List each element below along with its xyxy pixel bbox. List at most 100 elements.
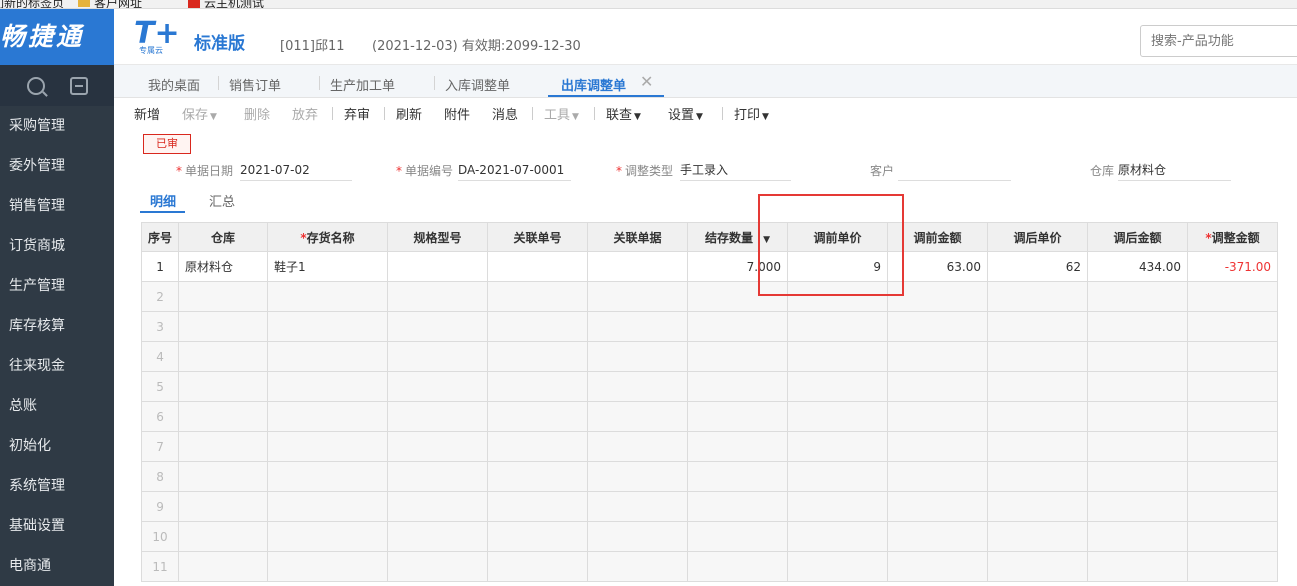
table-row[interactable]: 5 xyxy=(140,371,1279,402)
table-cell[interactable] xyxy=(987,311,1089,342)
chevron-down-icon[interactable]: ▼ xyxy=(763,235,770,245)
sidebar-item-ecommerce[interactable]: 电商通 xyxy=(0,546,114,586)
table-cell[interactable] xyxy=(887,311,989,342)
table-row[interactable]: 10 xyxy=(140,521,1279,552)
table-cell[interactable] xyxy=(987,551,1089,582)
table-row[interactable]: 11 xyxy=(140,551,1279,582)
cell-spec[interactable] xyxy=(387,251,489,282)
table-cell[interactable] xyxy=(178,521,269,552)
table-cell[interactable] xyxy=(1187,401,1279,432)
bookmark-customer-url[interactable]: 客户网址 xyxy=(78,0,142,8)
sidebar-item-system[interactable]: 系统管理 xyxy=(0,466,114,506)
table-cell[interactable] xyxy=(787,401,889,432)
table-cell[interactable] xyxy=(987,341,1089,372)
table-cell[interactable] xyxy=(987,281,1089,312)
table-cell[interactable] xyxy=(687,461,789,492)
table-cell[interactable] xyxy=(178,311,269,342)
table-cell[interactable] xyxy=(178,341,269,372)
table-cell[interactable] xyxy=(387,461,489,492)
discard-button[interactable]: 放弃 xyxy=(292,104,318,123)
cell-price-before[interactable]: 9 xyxy=(787,251,889,282)
table-cell[interactable] xyxy=(887,401,989,432)
cell-adjust[interactable]: -371.00 xyxy=(1187,251,1279,282)
cell-rel-doc[interactable] xyxy=(587,251,689,282)
sidebar-item-init[interactable]: 初始化 xyxy=(0,426,114,466)
sidebar-item-inventory[interactable]: 库存核算 xyxy=(0,306,114,346)
table-cell[interactable] xyxy=(587,341,689,372)
table-cell[interactable] xyxy=(1187,371,1279,402)
tab-detail[interactable]: 明细 xyxy=(150,191,176,210)
sidebar-item-cash[interactable]: 往来现金 xyxy=(0,346,114,386)
col-header-price-after[interactable]: 调后单价 xyxy=(987,222,1089,252)
table-cell[interactable] xyxy=(887,491,989,522)
print-button[interactable]: 打印 ▼ xyxy=(734,104,769,123)
table-cell[interactable] xyxy=(1187,311,1279,342)
bookmark-cloud-test[interactable]: 云主机测试 xyxy=(188,0,264,8)
tab-summary[interactable]: 汇总 xyxy=(209,191,235,210)
table-cell[interactable] xyxy=(887,281,989,312)
table-cell[interactable] xyxy=(178,401,269,432)
col-header-qty[interactable]: 结存数量 ▼ xyxy=(687,222,789,252)
table-cell[interactable] xyxy=(887,551,989,582)
table-row[interactable]: 9 xyxy=(140,491,1279,522)
table-cell[interactable] xyxy=(387,521,489,552)
table-row[interactable]: 1 原材料仓 鞋子1 7.000 9 63.00 62 434.00 -371.… xyxy=(140,251,1279,282)
sidebar-item-purchase[interactable]: 采购管理 xyxy=(0,106,114,146)
sidebar-item-outsourcing[interactable]: 委外管理 xyxy=(0,146,114,186)
settings-button[interactable]: 设置 ▼ xyxy=(668,104,703,123)
table-cell[interactable] xyxy=(887,521,989,552)
table-cell[interactable] xyxy=(1187,461,1279,492)
table-cell[interactable] xyxy=(787,311,889,342)
table-row[interactable]: 7 xyxy=(140,431,1279,462)
table-cell[interactable] xyxy=(267,521,389,552)
table-cell[interactable] xyxy=(687,521,789,552)
col-header-rel-doc[interactable]: 关联单据 xyxy=(587,222,689,252)
table-cell[interactable] xyxy=(687,491,789,522)
table-cell[interactable] xyxy=(687,551,789,582)
table-row[interactable]: 6 xyxy=(140,401,1279,432)
table-cell[interactable] xyxy=(1087,311,1189,342)
table-cell[interactable] xyxy=(267,371,389,402)
table-cell[interactable] xyxy=(487,431,589,462)
table-cell[interactable] xyxy=(787,431,889,462)
table-cell[interactable] xyxy=(987,461,1089,492)
table-cell[interactable] xyxy=(387,341,489,372)
table-cell[interactable] xyxy=(178,461,269,492)
table-cell[interactable] xyxy=(178,371,269,402)
table-cell[interactable] xyxy=(887,461,989,492)
col-header-spec[interactable]: 规格型号 xyxy=(387,222,489,252)
cell-price-after[interactable]: 62 xyxy=(987,251,1089,282)
table-cell[interactable] xyxy=(1087,341,1189,372)
table-cell[interactable] xyxy=(787,371,889,402)
table-cell[interactable] xyxy=(178,491,269,522)
table-cell[interactable] xyxy=(587,521,689,552)
sidebar-item-sales[interactable]: 销售管理 xyxy=(0,186,114,226)
table-cell[interactable] xyxy=(1087,371,1189,402)
table-cell[interactable] xyxy=(587,491,689,522)
table-cell[interactable] xyxy=(1187,521,1279,552)
table-cell[interactable] xyxy=(1187,281,1279,312)
close-icon[interactable]: ✕ xyxy=(640,72,653,91)
table-cell[interactable] xyxy=(267,281,389,312)
table-cell[interactable] xyxy=(1187,341,1279,372)
sidebar-item-basic-settings[interactable]: 基础设置 xyxy=(0,506,114,546)
table-cell[interactable] xyxy=(487,281,589,312)
table-cell[interactable] xyxy=(587,551,689,582)
table-cell[interactable] xyxy=(687,371,789,402)
table-cell[interactable] xyxy=(1187,491,1279,522)
table-cell[interactable] xyxy=(587,311,689,342)
table-cell[interactable] xyxy=(1187,431,1279,462)
table-cell[interactable] xyxy=(487,401,589,432)
table-cell[interactable] xyxy=(387,491,489,522)
table-cell[interactable] xyxy=(487,551,589,582)
cell-warehouse[interactable]: 原材料仓 xyxy=(178,251,269,282)
table-cell[interactable] xyxy=(267,461,389,492)
table-cell[interactable] xyxy=(687,281,789,312)
table-cell[interactable] xyxy=(587,281,689,312)
table-cell[interactable] xyxy=(1087,521,1189,552)
tab-sales-order[interactable]: 销售订单 xyxy=(217,75,281,94)
tools-button[interactable]: 工具 ▼ xyxy=(544,104,579,123)
sidebar-item-production[interactable]: 生产管理 xyxy=(0,266,114,306)
search-icon[interactable] xyxy=(26,76,45,95)
table-cell[interactable] xyxy=(1187,551,1279,582)
